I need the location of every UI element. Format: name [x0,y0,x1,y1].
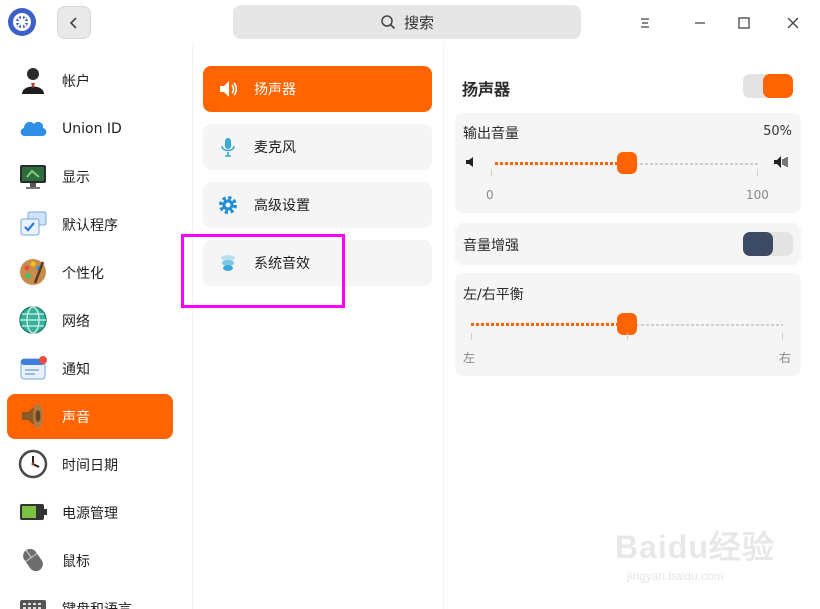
slider-tick [757,169,758,176]
nav-label: 声音 [62,409,90,426]
mouse-icon [23,548,43,572]
nav-label: 网络 [62,313,90,330]
nav-item-display[interactable]: 显示 [7,154,173,199]
monitor-icon [20,165,46,189]
nav-label: 显示 [62,169,90,186]
nav-item-personalization[interactable]: 个性化 [7,250,173,295]
gear-icon [219,196,237,214]
nav-label: 电源管理 [62,505,118,522]
watermark-brand: Baidu经验 [615,529,775,565]
submenu-label: 扬声器 [254,82,296,98]
back-button[interactable] [57,6,91,39]
submenu-label: 麦克风 [254,140,296,156]
baidu-watermark: Baidu经验 jingyan.baidu.com [615,522,785,597]
close-button[interactable] [779,9,807,37]
maximize-button[interactable] [730,9,758,37]
volume-boost-card: 音量增强 [455,223,801,265]
nav-item-mouse[interactable]: 鼠标 [7,538,173,583]
speaker-icon [22,404,43,428]
default-apps-icon [20,211,47,236]
watermark-url: jingyan.baidu.com [627,569,724,583]
slider-tick [782,333,783,340]
notification-icon [20,356,47,380]
search-input[interactable]: 搜索 [233,5,581,39]
cloud-icon [20,121,47,136]
palette-icon [20,259,46,285]
slider-tick [491,169,492,176]
volume-high-icon [774,156,788,168]
balance-label: 左/右平衡 [463,287,524,303]
volume-low-icon [466,157,473,167]
microphone-icon [221,138,235,157]
nav-item-union-id[interactable]: Union ID [7,106,173,151]
balance-slider-thumb[interactable] [617,313,637,335]
nav-item-network[interactable]: 网络 [7,298,173,343]
speaker-toggle[interactable] [743,74,793,98]
nav-label: 个性化 [62,265,104,282]
user-icon [22,68,44,94]
network-globe-icon [19,306,47,334]
sound-submenu: 扬声器 麦克风 高级设置 系统音效 [192,46,442,609]
battery-icon [20,504,47,520]
chevron-left-icon [69,16,77,29]
section-title: 扬声器 [462,80,511,99]
output-volume-min-label: 0 [486,188,494,202]
maximize-icon [738,17,750,29]
output-volume-card: 输出音量 50% 0 100 [455,113,801,213]
minimize-icon [695,22,705,24]
nav-item-sound[interactable]: 声音 [7,394,173,439]
nav-label: 鼠标 [62,553,90,570]
nav-label: Union ID [62,120,122,137]
nav-item-keyboard[interactable]: 键盘和语言 [7,586,173,609]
output-volume-slider-thumb[interactable] [617,152,637,174]
search-placeholder: 搜索 [403,13,434,32]
nav-label: 帐户 [62,73,90,90]
submenu-item-advanced[interactable]: 高级设置 [203,182,432,228]
submenu-label: 高级设置 [254,198,310,214]
nav-item-notification[interactable]: 通知 [7,346,173,391]
submenu-item-speaker[interactable]: 扬声器 [203,66,432,112]
slider-tick [471,333,472,340]
nav-item-datetime[interactable]: 时间日期 [7,442,173,487]
balance-fill [471,323,627,326]
annotation-highlight-box [181,234,345,308]
menu-icon [641,18,649,28]
nav-label: 默认程序 [62,217,118,234]
search-icon [381,15,396,30]
toggle-knob [743,232,773,256]
nav-item-accounts[interactable]: 帐户 [7,58,173,103]
output-volume-fill [495,162,627,165]
minimize-button[interactable] [686,9,714,37]
output-volume-label: 输出音量 [463,126,519,142]
volume-boost-toggle[interactable] [743,232,793,256]
clock-icon [18,449,48,479]
nav-item-default-apps[interactable]: 默认程序 [7,202,173,247]
slider-tick [627,333,628,340]
balance-card: 左/右平衡 左 右 [455,273,801,376]
toggle-knob [763,74,793,98]
settings-logo-icon [7,7,37,37]
settings-nav: 帐户 Union ID 显示 默认程序 个性化 网络 通知 声音 时间日期 电源… [0,46,183,609]
submenu-item-microphone[interactable]: 麦克风 [203,124,432,170]
nav-label: 通知 [62,361,90,378]
nav-item-power[interactable]: 电源管理 [7,490,173,535]
balance-left-label: 左 [463,351,476,365]
balance-right-label: 右 [779,351,792,365]
nav-label: 键盘和语言 [62,599,132,609]
title-bar: 搜索 [0,0,820,46]
close-icon [787,17,799,29]
menu-button[interactable] [631,9,659,37]
nav-label: 时间日期 [62,457,118,474]
output-volume-value: 50% [763,124,792,139]
volume-boost-label: 音量增强 [463,238,519,254]
output-volume-max-label: 100 [746,188,769,202]
speaker-icon [220,81,238,97]
keyboard-icon [20,600,46,609]
